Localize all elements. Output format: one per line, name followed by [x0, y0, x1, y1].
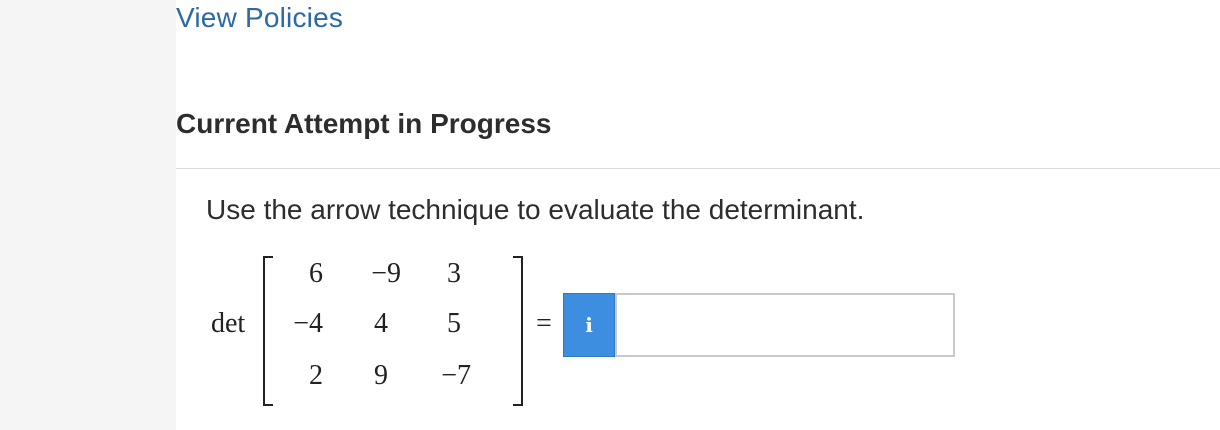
attempt-title: Current Attempt in Progress: [176, 108, 552, 139]
matrix-cell: 6: [309, 258, 323, 289]
matrix-cell: 4: [374, 308, 388, 339]
info-icon[interactable]: i: [563, 293, 615, 357]
matrix-cell: −4: [293, 308, 323, 339]
equals-sign: =: [536, 308, 552, 339]
determinant-expression: det 6 −9 3 −4 4 5 2 9 −7 =: [211, 248, 552, 408]
matrix-cell: −9: [371, 258, 401, 289]
matrix-cell: 9: [374, 360, 388, 391]
answer-input[interactable]: [615, 293, 955, 357]
section-divider: [176, 168, 1220, 169]
matrix-cell: −7: [441, 360, 471, 391]
view-policies-link[interactable]: View Policies: [176, 2, 343, 34]
matrix-cell: 2: [309, 360, 323, 391]
page-content: View Policies Current Attempt in Progres…: [176, 0, 1220, 430]
matrix-right-bracket: [513, 256, 523, 406]
matrix-cell: 3: [447, 258, 461, 289]
matrix-cell: 5: [447, 308, 461, 339]
det-label: det: [211, 308, 246, 339]
question-prompt: Use the arrow technique to evaluate the …: [206, 194, 865, 225]
